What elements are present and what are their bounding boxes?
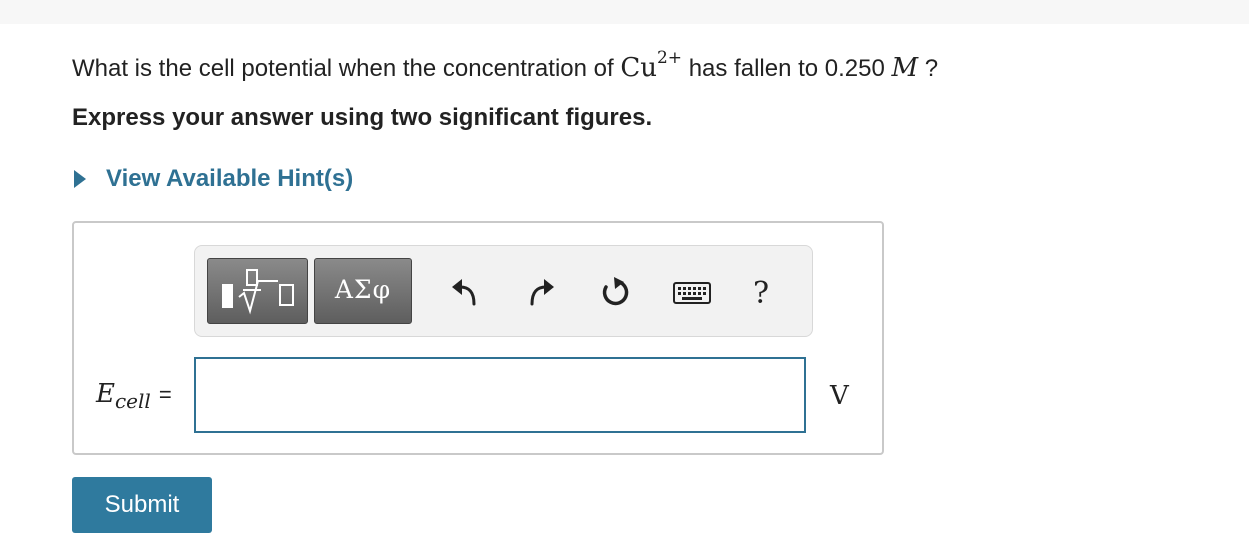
- ion-charge: 2+: [656, 48, 683, 68]
- equals-sign: =: [158, 382, 172, 407]
- view-hints-label: View Available Hint(s): [106, 165, 354, 192]
- answer-panel: ΑΣφ ? Ecell = V: [72, 221, 884, 455]
- answer-input[interactable]: [194, 357, 806, 433]
- top-bar: [0, 0, 1249, 24]
- instruction-text: Express your answer using two significan…: [72, 104, 653, 131]
- unit-label: V: [830, 381, 849, 411]
- help-icon[interactable]: ?: [753, 276, 769, 311]
- ecell-subscript: cell: [114, 389, 151, 413]
- submit-button[interactable]: Submit: [72, 477, 212, 533]
- math-toolbar: ΑΣφ ?: [194, 245, 813, 337]
- templates-button[interactable]: [207, 258, 308, 324]
- ecell-label: Ecell =: [96, 379, 172, 413]
- greek-symbols-button[interactable]: ΑΣφ: [314, 258, 412, 324]
- redo-icon[interactable]: [523, 274, 559, 310]
- question-text: What is the cell potential when the conc…: [72, 48, 938, 91]
- view-hints-link[interactable]: View Available Hint(s): [72, 165, 353, 193]
- caret-right-icon: [74, 170, 86, 188]
- greek-symbols-label: ΑΣφ: [334, 275, 392, 304]
- ecell-var: E: [96, 379, 115, 409]
- question-suffix: ?: [918, 55, 939, 82]
- question-middle: has fallen to 0.250: [682, 55, 892, 82]
- question-prefix: What is the cell potential when the conc…: [72, 55, 621, 82]
- fraction-sqrt-template-icon: [222, 269, 294, 315]
- keyboard-icon[interactable]: [672, 274, 712, 310]
- molarity-symbol: M: [891, 53, 919, 83]
- ion-symbol: Cu: [620, 53, 657, 83]
- reset-icon[interactable]: [597, 274, 633, 310]
- undo-icon[interactable]: [447, 274, 483, 310]
